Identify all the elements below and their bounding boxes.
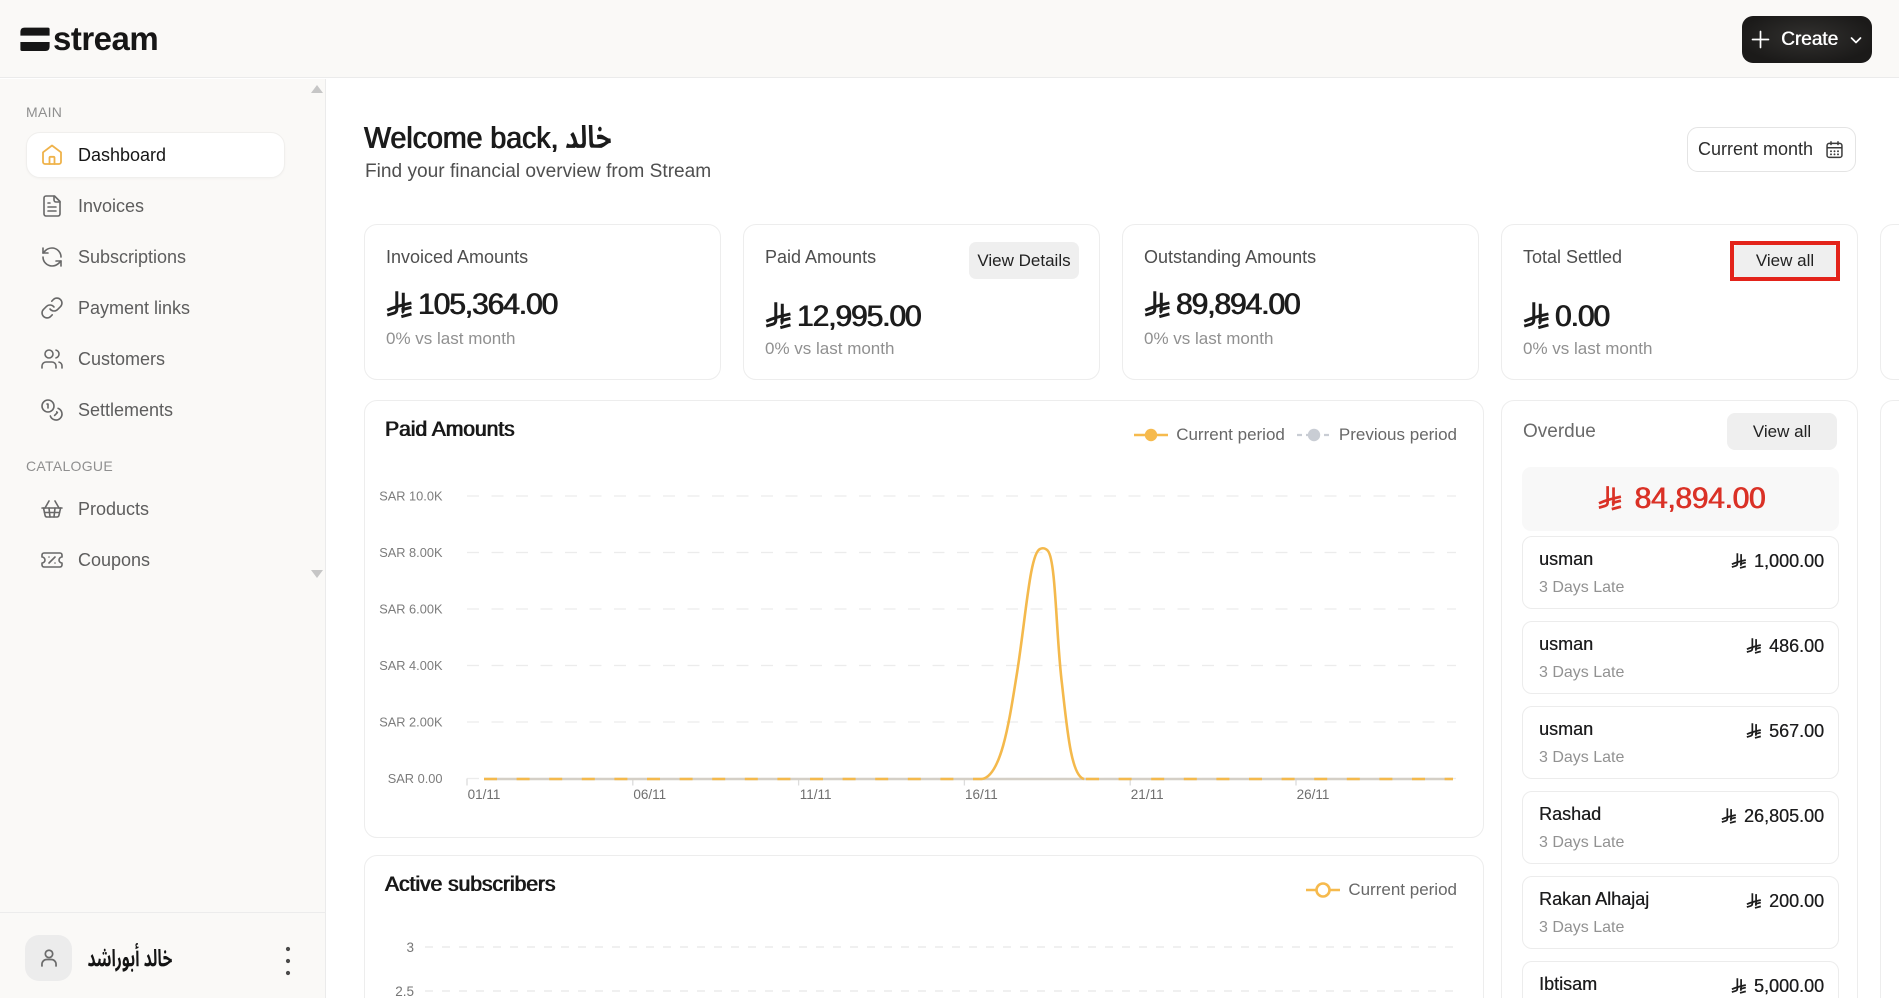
svg-text:01/11: 01/11 [468, 787, 501, 802]
svg-text:21/11: 21/11 [1131, 787, 1164, 802]
svg-text:16/11: 16/11 [965, 787, 998, 802]
svg-text:3: 3 [406, 940, 414, 955]
svg-text:SAR 10.0K: SAR 10.0K [379, 489, 443, 504]
svg-text:SAR 4.00K: SAR 4.00K [379, 658, 443, 673]
svg-text:SAR 2.00K: SAR 2.00K [379, 715, 443, 730]
svg-text:SAR 8.00K: SAR 8.00K [379, 545, 443, 560]
svg-text:11/11: 11/11 [800, 787, 832, 802]
svg-text:SAR 0.00: SAR 0.00 [388, 771, 443, 786]
svg-text:26/11: 26/11 [1297, 787, 1330, 802]
svg-text:SAR 6.00K: SAR 6.00K [379, 602, 443, 617]
svg-text:06/11: 06/11 [633, 787, 666, 802]
svg-text:2.5: 2.5 [395, 984, 414, 998]
